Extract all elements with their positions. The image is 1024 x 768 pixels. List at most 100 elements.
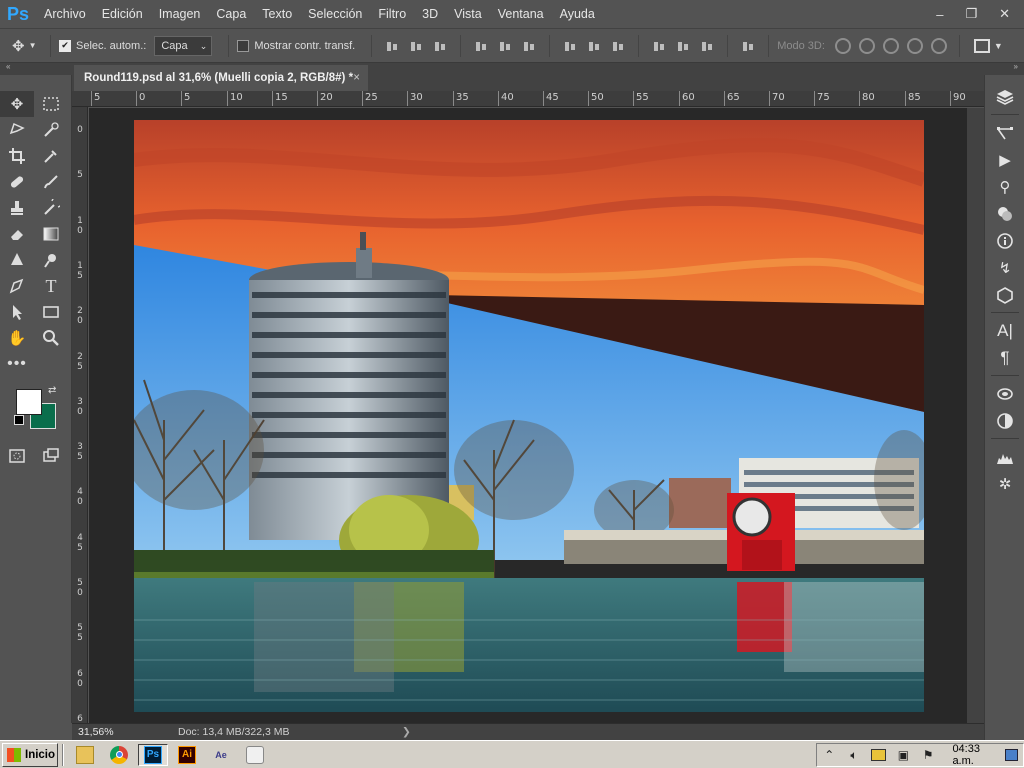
scale-3d-icon[interactable]: [930, 37, 947, 54]
distribute-vcenter-icon[interactable]: [587, 39, 601, 53]
paths-panel-icon[interactable]: [985, 119, 1024, 146]
status-menu-arrow[interactable]: ❯: [402, 726, 411, 738]
start-button[interactable]: Inicio: [2, 742, 58, 767]
workspace-icon[interactable]: [973, 38, 990, 53]
menu-vista[interactable]: Vista: [446, 0, 490, 28]
3d-panel-icon[interactable]: [985, 281, 1024, 308]
zoom-tool-icon[interactable]: [34, 325, 68, 351]
vertical-scrollbar[interactable]: [967, 108, 984, 723]
healing-brush-tool-icon[interactable]: [0, 169, 34, 195]
show-transform-checkbox[interactable]: [237, 39, 250, 52]
menu-3d[interactable]: 3D: [414, 0, 446, 28]
auto-align-icon[interactable]: [741, 39, 755, 53]
align-right-icon[interactable]: [522, 39, 536, 53]
slide-3d-icon[interactable]: [906, 37, 923, 54]
libraries-panel-icon[interactable]: [985, 380, 1024, 407]
document-image[interactable]: [134, 120, 924, 712]
hand-tool-icon[interactable]: ✋: [0, 325, 34, 351]
volume-icon[interactable]: 🔈︎: [847, 747, 862, 763]
quick-selection-tool-icon[interactable]: [34, 117, 68, 143]
eyedropper-tool-icon[interactable]: [34, 143, 68, 169]
menu-texto[interactable]: Texto: [254, 0, 300, 28]
canvas-area[interactable]: [89, 108, 967, 723]
adjustments-panel-icon[interactable]: [985, 407, 1024, 434]
menu-ayuda[interactable]: Ayuda: [552, 0, 603, 28]
minimize-button[interactable]: –: [936, 7, 943, 22]
navigator-panel-icon[interactable]: ✲: [985, 470, 1024, 497]
roll-3d-icon[interactable]: [858, 37, 875, 54]
move-tool-preset-icon[interactable]: ✥ ▼: [12, 37, 42, 55]
screen-mode-icon[interactable]: [34, 443, 68, 469]
info-panel-icon[interactable]: [985, 227, 1024, 254]
align-vcenter-icon[interactable]: [409, 39, 423, 53]
quick-mask-icon[interactable]: [0, 443, 34, 469]
distribute-bottom-icon[interactable]: [611, 39, 625, 53]
folder-icon[interactable]: [70, 744, 100, 766]
distribute-hcenter-icon[interactable]: [676, 39, 690, 53]
eraser-tool-icon[interactable]: [0, 221, 34, 247]
history-panel-icon[interactable]: ↯: [985, 254, 1024, 281]
menu-capa[interactable]: Capa: [208, 0, 254, 28]
menu-edicion[interactable]: Edición: [94, 0, 151, 28]
distribute-top-icon[interactable]: [563, 39, 577, 53]
network-icon[interactable]: ▣: [896, 747, 911, 763]
foreground-color-swatch[interactable]: [16, 389, 42, 415]
default-colors-icon[interactable]: [14, 415, 24, 425]
menu-ventana[interactable]: Ventana: [490, 0, 552, 28]
layers-panel-icon[interactable]: [985, 83, 1024, 110]
crop-tool-icon[interactable]: [0, 143, 34, 169]
distribute-left-icon[interactable]: [652, 39, 666, 53]
taskbar-clock[interactable]: 04:33 a.m.: [952, 743, 1000, 767]
menu-filtro[interactable]: Filtro: [370, 0, 414, 28]
menu-imagen[interactable]: Imagen: [151, 0, 209, 28]
auto-select-target-dropdown[interactable]: Capa ⌄: [154, 35, 213, 56]
brush-tool-icon[interactable]: [34, 169, 68, 195]
histogram-panel-icon[interactable]: [985, 443, 1024, 470]
close-window-button[interactable]: ✕: [999, 6, 1010, 22]
dodge-tool-icon[interactable]: [34, 247, 68, 273]
path-selection-tool-icon[interactable]: [0, 299, 34, 325]
tools-collapse-bar[interactable]: «: [0, 62, 72, 75]
photoshop-icon[interactable]: Ps: [138, 743, 168, 766]
paragraph-panel-icon[interactable]: ¶: [985, 344, 1024, 371]
clone-source-icon[interactable]: ⚲: [985, 173, 1024, 200]
pan-3d-icon[interactable]: [882, 37, 899, 54]
auto-select-checkbox[interactable]: ✔: [59, 39, 71, 52]
actions-play-icon[interactable]: ▶: [985, 146, 1024, 173]
more-tools-icon[interactable]: •••: [0, 351, 34, 377]
after-effects-icon[interactable]: Ae: [206, 744, 236, 766]
swap-colors-icon[interactable]: ⇄: [48, 385, 56, 396]
gradient-tool-icon[interactable]: [34, 221, 68, 247]
close-document-icon[interactable]: ×: [353, 65, 360, 91]
menu-seleccion[interactable]: Selección: [300, 0, 370, 28]
align-bottom-icon[interactable]: [433, 39, 447, 53]
blur-tool-icon[interactable]: [0, 247, 34, 273]
rectangle-tool-icon[interactable]: [34, 299, 68, 325]
lasso-tool-icon[interactable]: [0, 117, 34, 143]
pen-tool-icon[interactable]: [0, 273, 34, 299]
chrome-icon[interactable]: [104, 744, 134, 766]
orbit-3d-icon[interactable]: [834, 37, 851, 54]
chevron-down-icon[interactable]: ▼: [994, 41, 1003, 51]
align-top-icon[interactable]: [385, 39, 399, 53]
show-desktop-icon[interactable]: [1005, 749, 1019, 761]
character-panel-icon[interactable]: A|: [985, 317, 1024, 344]
panels-collapse-bar[interactable]: »: [984, 62, 1024, 75]
clone-stamp-tool-icon[interactable]: [0, 195, 34, 221]
move-tool-icon[interactable]: ✥: [0, 91, 34, 117]
menu-archivo[interactable]: Archivo: [36, 0, 94, 28]
illustrator-icon[interactable]: Ai: [172, 744, 202, 766]
align-hcenter-icon[interactable]: [498, 39, 512, 53]
type-tool-icon[interactable]: T: [34, 273, 68, 299]
restore-button[interactable]: ❐: [965, 6, 977, 22]
show-hidden-icons-icon[interactable]: ⌃: [822, 747, 837, 763]
document-tab[interactable]: Round119.psd al 31,6% (Muelli copia 2, R…: [74, 65, 368, 91]
distribute-right-icon[interactable]: [700, 39, 714, 53]
align-left-icon[interactable]: [474, 39, 488, 53]
color-panel-icon[interactable]: [985, 200, 1024, 227]
history-brush-tool-icon[interactable]: [34, 195, 68, 221]
zoom-level[interactable]: 31,56%: [72, 726, 138, 738]
paint-icon[interactable]: [240, 744, 270, 766]
marquee-tool-icon[interactable]: [34, 91, 68, 117]
input-method-icon[interactable]: [871, 749, 887, 761]
